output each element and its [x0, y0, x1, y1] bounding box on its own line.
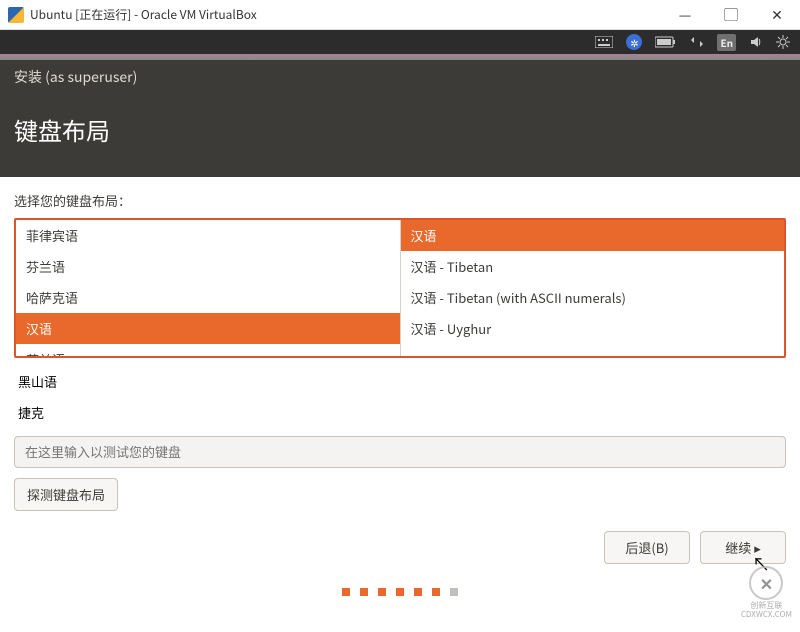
virtualbox-icon: [8, 7, 24, 23]
progress-dot: [360, 588, 368, 596]
ubuntu-top-menubar: ✲ En: [0, 30, 800, 54]
host-window-title: Ubuntu [正在运行] - Oracle VM VirtualBox: [30, 6, 662, 23]
accessibility-icon[interactable]: ✲: [626, 34, 642, 50]
host-window-titlebar: Ubuntu [正在运行] - Oracle VM VirtualBox — ▢…: [0, 0, 800, 30]
list-item[interactable]: 汉语: [401, 220, 785, 251]
language-list[interactable]: 菲律宾语芬兰语哈萨克语汉语荷兰语: [16, 220, 400, 356]
progress-dot: [432, 588, 440, 596]
list-item[interactable]: 哈萨克语: [16, 282, 400, 313]
minimize-button[interactable]: —: [662, 0, 708, 29]
progress-dot: [414, 588, 422, 596]
installer-titlebar: 安装 (as superuser): [0, 60, 800, 94]
progress-dot: [342, 588, 350, 596]
progress-dots: [0, 574, 800, 604]
progress-dot: [396, 588, 404, 596]
watermark: ✕ 创新互联 CDXWCX.COM: [741, 566, 792, 620]
list-item[interactable]: 汉语 - Tibetan (with ASCII numerals): [401, 282, 785, 313]
decoration-stripe: [0, 54, 800, 60]
list-item[interactable]: 捷克: [14, 397, 800, 428]
list-item[interactable]: 汉语 - Tibetan: [401, 251, 785, 282]
page-title: 键盘布局: [14, 112, 786, 147]
ubuntu-installer-window: 安装 (as superuser) 键盘布局 选择您的键盘布局： 菲律宾语芬兰语…: [0, 60, 800, 604]
detect-layout-button[interactable]: 探测键盘布局: [14, 478, 118, 511]
list-item[interactable]: 汉语 - Uyghur: [401, 313, 785, 344]
watermark-logo-icon: ✕: [749, 566, 783, 600]
list-item[interactable]: 汉语: [16, 313, 400, 344]
prompt-label: 选择您的键盘布局：: [14, 191, 786, 210]
variant-list[interactable]: 汉语汉语 - Tibetan汉语 - Tibetan (with ASCII n…: [400, 220, 785, 356]
list-item[interactable]: 荷兰语: [16, 344, 400, 356]
keyboard-icon[interactable]: [595, 36, 613, 48]
network-icon[interactable]: [690, 35, 704, 49]
keyboard-layout-lists: 菲律宾语芬兰语哈萨克语汉语荷兰语 汉语汉语 - Tibetan汉语 - Tibe…: [14, 218, 786, 358]
language-list-overflow[interactable]: 黑山语捷克: [0, 366, 800, 428]
input-method-indicator[interactable]: En: [717, 34, 736, 51]
keyboard-test-input[interactable]: [14, 436, 786, 468]
watermark-sub: CDXWCX.COM: [741, 611, 792, 620]
battery-icon[interactable]: [655, 36, 677, 48]
list-item[interactable]: 芬兰语: [16, 251, 400, 282]
list-item[interactable]: 黑山语: [14, 366, 800, 397]
progress-dot: [378, 588, 386, 596]
settings-gear-icon[interactable]: [776, 35, 790, 49]
sound-icon[interactable]: [749, 35, 763, 49]
progress-dot: [450, 588, 458, 596]
back-button[interactable]: 后退(B): [604, 531, 690, 564]
list-item[interactable]: 菲律宾语: [16, 220, 400, 251]
continue-button[interactable]: 继续 ▸: [700, 531, 786, 564]
close-button[interactable]: ✕: [754, 0, 800, 29]
maximize-button[interactable]: ▢: [708, 0, 754, 29]
installer-title: 安装 (as superuser): [14, 67, 137, 87]
